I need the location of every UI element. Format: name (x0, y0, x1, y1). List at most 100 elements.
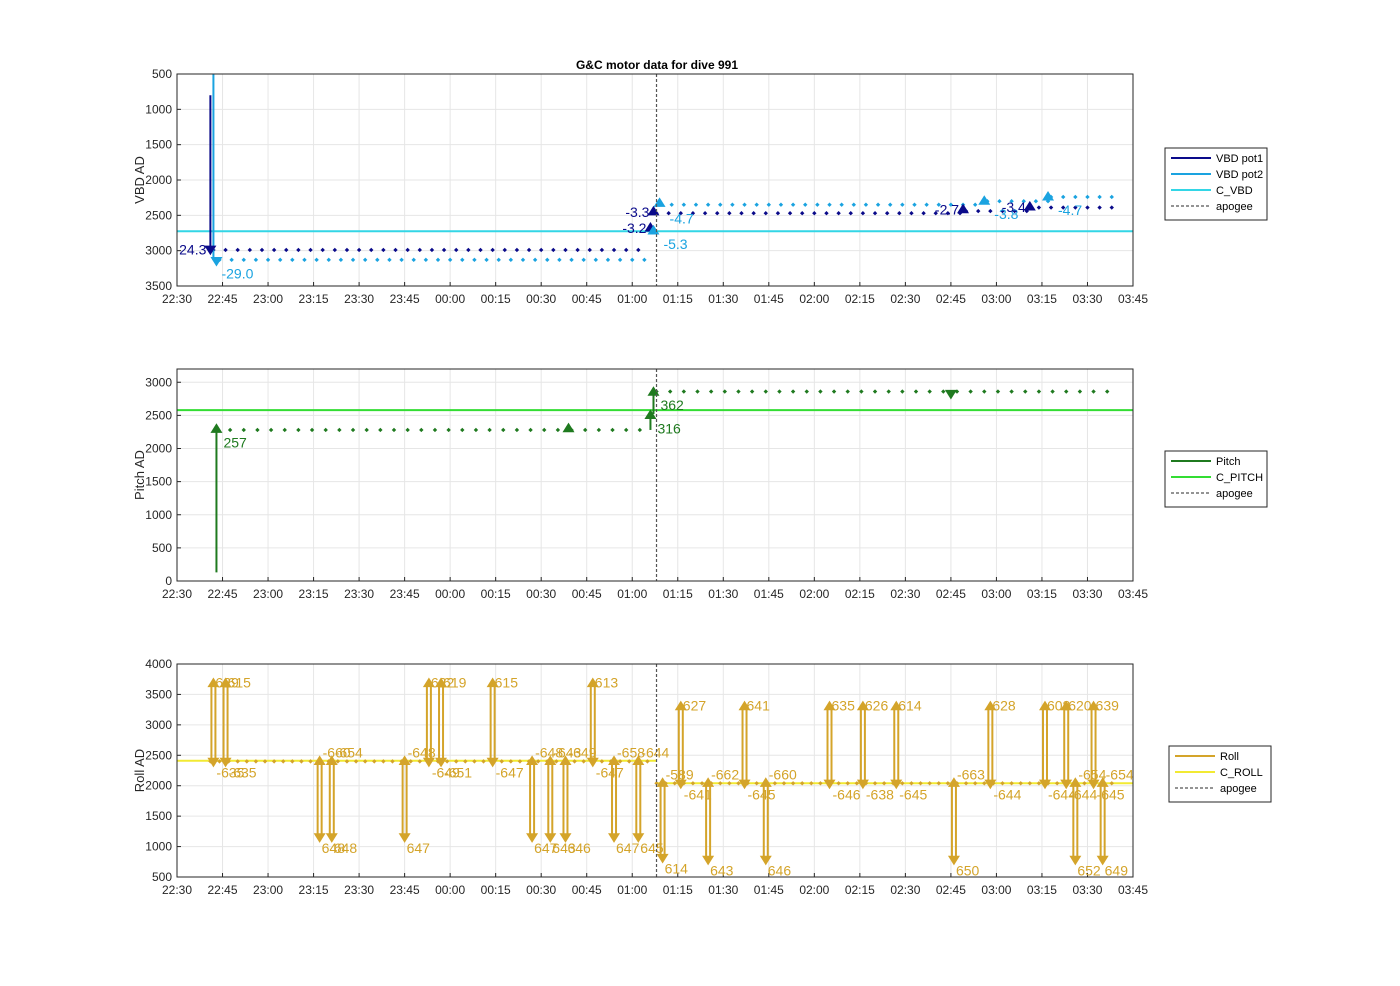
x-tick-label: 03:15 (1027, 883, 1057, 897)
y-tick-label: 3000 (145, 244, 172, 258)
x-tick-label: 00:45 (572, 587, 602, 601)
x-tick-label: 03:45 (1118, 292, 1148, 306)
x-tick-label: 03:30 (1072, 587, 1102, 601)
x-tick-label: 03:00 (981, 883, 1011, 897)
x-tick-label: 00:30 (526, 587, 556, 601)
x-tick-label: 03:30 (1072, 292, 1102, 306)
roll-event-back-label: -647 (496, 764, 524, 780)
y-tick-label: 2000 (145, 442, 172, 456)
x-tick-label: 02:15 (845, 292, 875, 306)
roll-event-label: 646 (567, 840, 591, 856)
y-axis-label: Pitch AD (132, 450, 147, 500)
figure-title: G&C motor data for dive 991 (576, 58, 738, 72)
y-tick-label: 3500 (145, 687, 172, 701)
legend-entry: apogee (1216, 201, 1253, 213)
roll-event-label: 619 (443, 674, 467, 690)
y-tick-label: 3000 (145, 375, 172, 389)
event-label: -3.2 (622, 220, 646, 236)
x-tick-label: 03:30 (1072, 883, 1102, 897)
figure: G&C motor data for dive 991 22:30 22:45 23… (132, 58, 1272, 897)
roll-event-label: 647 (616, 840, 640, 856)
roll-event-back-label: -660 (769, 766, 797, 782)
event-label: 24.3 (179, 241, 206, 257)
x-tick-label: 00:30 (526, 292, 556, 306)
roll-event-label: 641 (747, 698, 771, 714)
y-tick-label: 500 (152, 541, 172, 555)
x-tick-label: 02:45 (936, 292, 966, 306)
y-tick-label: 4000 (145, 657, 172, 671)
x-tick-label: 01:15 (663, 883, 693, 897)
roll-event-label: 635 (832, 698, 856, 714)
roll-event-label: 620 (1068, 698, 1092, 714)
x-tick-label: 22:45 (208, 883, 238, 897)
legend-entry: VBD pot1 (1216, 153, 1263, 165)
roll-panel: 22:30 22:45 23:00 23:15 23:30 23:45 00:00 00:15… (132, 657, 1272, 897)
x-tick-label: 23:30 (344, 292, 374, 306)
x-tick-label: 23:00 (253, 292, 283, 306)
y-axis-label: Roll AD (132, 749, 147, 792)
event-label: -2.7 (935, 202, 959, 218)
roll-event-label: 647 (407, 840, 431, 856)
y-tick-label: 500 (152, 67, 172, 81)
x-tick-label: 01:45 (754, 883, 784, 897)
legend-entry: C_VBD (1216, 185, 1253, 197)
x-tick-label: 00:00 (435, 587, 465, 601)
event-label: 257 (223, 434, 247, 450)
x-tick-label: 02:30 (890, 883, 920, 897)
x-tick-label: 01:30 (708, 883, 738, 897)
legend-entry: C_ROLL (1220, 767, 1263, 779)
x-tick-label: 00:15 (481, 587, 511, 601)
roll-event-label: 643 (710, 862, 734, 878)
roll-event-label: 626 (865, 698, 889, 714)
x-tick-label: 02:00 (799, 292, 829, 306)
roll-event-back-label: -644 (641, 744, 669, 760)
roll-event-label: 614 (898, 698, 922, 714)
roll-event-label: 652 (1077, 862, 1101, 878)
x-tick-label: 23:45 (390, 587, 420, 601)
x-tick-label: 01:30 (708, 292, 738, 306)
y-tick-label: 2000 (145, 779, 172, 793)
x-tick-label: 00:00 (435, 292, 465, 306)
roll-event-back-label: -646 (833, 786, 861, 802)
x-tick-label: 00:45 (572, 883, 602, 897)
y-tick-label: 1000 (145, 102, 172, 116)
roll-event-label: 639 (1096, 698, 1120, 714)
roll-event-label: 646 (768, 862, 792, 878)
roll-event-back-label: -645 (899, 786, 927, 802)
x-tick-label: 03:15 (1027, 587, 1057, 601)
x-tick-label: 00:45 (572, 292, 602, 306)
x-tick-label: 00:15 (481, 883, 511, 897)
roll-event-back-label: -635 (229, 764, 257, 780)
y-tick-label: 0 (165, 574, 172, 588)
x-tick-label: 01:15 (663, 292, 693, 306)
x-tick-label: 23:15 (299, 292, 329, 306)
x-tick-label: 03:15 (1027, 292, 1057, 306)
y-tick-label: 2500 (145, 408, 172, 422)
roll-event-back-label: -645 (748, 786, 776, 802)
x-tick-label: 02:00 (799, 587, 829, 601)
y-tick-label: 1500 (145, 475, 172, 489)
x-tick-label: 03:45 (1118, 883, 1148, 897)
x-tick-label: 23:00 (253, 883, 283, 897)
y-axis-label: VBD AD (132, 156, 147, 204)
x-tick-label: 02:45 (936, 883, 966, 897)
event-label: -3.3 (625, 204, 649, 220)
x-tick-label: 00:00 (435, 883, 465, 897)
x-tick-label: 01:30 (708, 587, 738, 601)
x-tick-label: 02:15 (845, 587, 875, 601)
roll-event-back-label: -654 (335, 744, 363, 760)
event-label: -3.4 (1002, 199, 1026, 215)
y-tick-label: 2500 (145, 748, 172, 762)
x-tick-label: 23:00 (253, 587, 283, 601)
y-tick-label: 500 (152, 870, 172, 884)
roll-event-back-label: -647 (596, 764, 624, 780)
roll-event-label: 613 (595, 674, 619, 690)
pitch-panel: 22:30 22:45 23:00 23:15 23:30 23:45 00:00 00:15… (132, 368, 1268, 601)
roll-event-back-label: -651 (444, 764, 472, 780)
x-tick-label: 23:45 (390, 883, 420, 897)
legend-entry: Pitch (1216, 456, 1240, 468)
roll-event-back-label: -663 (957, 766, 985, 782)
roll-event-label: 615 (495, 674, 519, 690)
y-tick-label: 1000 (145, 508, 172, 522)
x-tick-label: 00:15 (481, 292, 511, 306)
